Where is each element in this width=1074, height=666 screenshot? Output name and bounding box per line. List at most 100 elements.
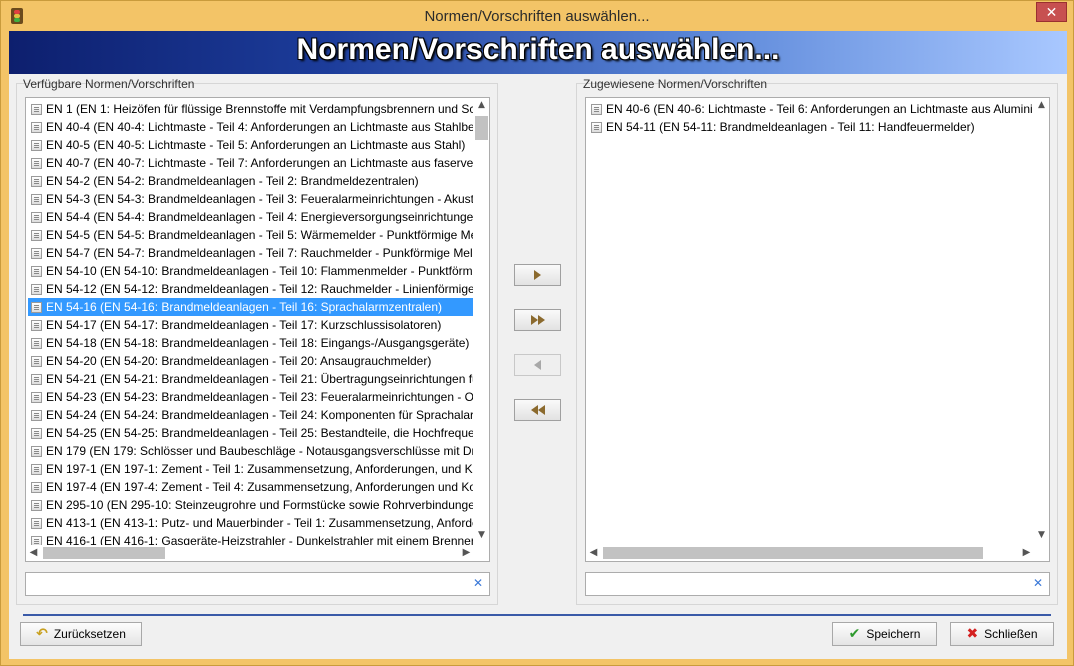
document-icon [31, 356, 42, 367]
list-item[interactable]: EN 54-4 (EN 54-4: Brandmeldeanlagen - Te… [28, 208, 473, 226]
list-item[interactable]: EN 54-12 (EN 54-12: Brandmeldeanlagen - … [28, 280, 473, 298]
close-button[interactable]: ✖ Schließen [950, 622, 1054, 646]
list-item[interactable]: EN 54-23 (EN 54-23: Brandmeldeanlagen - … [28, 388, 473, 406]
scroll-left-icon[interactable]: ◀ [586, 545, 601, 560]
close-icon: ✖ [966, 626, 979, 642]
list-item-label: EN 54-23 (EN 54-23: Brandmeldeanlagen - … [46, 390, 473, 404]
scroll-left-icon[interactable]: ◀ [26, 545, 41, 560]
list-item-label: EN 54-2 (EN 54-2: Brandmeldeanlagen - Te… [46, 174, 419, 188]
list-item-label: EN 40-5 (EN 40-5: Lichtmaste - Teil 5: A… [46, 138, 466, 152]
document-icon [31, 338, 42, 349]
list-item-label: EN 197-1 (EN 197-1: Zement - Teil 1: Zus… [46, 462, 473, 476]
clear-icon[interactable]: ✕ [1033, 576, 1043, 590]
list-item[interactable]: EN 54-5 (EN 54-5: Brandmeldeanlagen - Te… [28, 226, 473, 244]
assigned-vertical-scrollbar[interactable]: ▲ ▼ [1034, 98, 1049, 545]
move-right-button[interactable] [514, 264, 561, 286]
list-item-label: EN 54-18 (EN 54-18: Brandmeldeanlagen - … [46, 336, 470, 350]
title-bar[interactable]: Normen/Vorschriften auswählen... ✕ [1, 1, 1073, 31]
list-item-label: EN 54-20 (EN 54-20: Brandmeldeanlagen - … [46, 354, 432, 368]
scroll-thumb[interactable] [603, 547, 983, 559]
list-item-label: EN 54-21 (EN 54-21: Brandmeldeanlagen - … [46, 372, 473, 386]
save-label: Speichern [866, 627, 921, 641]
assigned-filter-input[interactable]: ✕ [585, 572, 1050, 596]
available-list[interactable]: EN 1 (EN 1: Heizöfen für flüssige Brenns… [25, 97, 490, 562]
list-item-label: EN 413-1 (EN 413-1: Putz- und Mauerbinde… [46, 516, 473, 530]
window-title: Normen/Vorschriften auswählen... [424, 8, 650, 25]
reset-button[interactable]: ↶ Zurücksetzen [20, 622, 142, 646]
document-icon [31, 230, 42, 241]
list-item[interactable]: EN 1 (EN 1: Heizöfen für flüssige Brenns… [28, 100, 473, 118]
list-item[interactable]: EN 54-24 (EN 54-24: Brandmeldeanlagen - … [28, 406, 473, 424]
available-horizontal-scrollbar[interactable]: ◀ ▶ [26, 545, 474, 560]
list-item-label: EN 295-10 (EN 295-10: Steinzeugrohre und… [46, 498, 473, 512]
available-vertical-scrollbar[interactable]: ▲ ▼ [474, 98, 489, 545]
document-icon [31, 374, 42, 385]
list-item[interactable]: EN 54-25 (EN 54-25: Brandmeldeanlagen - … [28, 424, 473, 442]
scroll-thumb[interactable] [475, 116, 488, 140]
document-icon [31, 122, 42, 133]
list-item-label: EN 54-5 (EN 54-5: Brandmeldeanlagen - Te… [46, 228, 473, 242]
list-item[interactable]: EN 197-4 (EN 197-4: Zement - Teil 4: Zus… [28, 478, 473, 496]
list-item[interactable]: EN 40-7 (EN 40-7: Lichtmaste - Teil 7: A… [28, 154, 473, 172]
list-item[interactable]: EN 54-10 (EN 54-10: Brandmeldeanlagen - … [28, 262, 473, 280]
scroll-down-icon[interactable]: ▼ [474, 528, 489, 543]
list-item[interactable]: EN 54-2 (EN 54-2: Brandmeldeanlagen - Te… [28, 172, 473, 190]
list-item[interactable]: EN 179 (EN 179: Schlösser und Baubeschlä… [28, 442, 473, 460]
move-left-button[interactable] [514, 354, 561, 376]
available-filter-input[interactable]: ✕ [25, 572, 490, 596]
list-item-label: EN 40-6 (EN 40-6: Lichtmaste - Teil 6: A… [606, 102, 1033, 116]
list-item[interactable]: EN 54-11 (EN 54-11: Brandmeldeanlagen - … [588, 118, 1033, 136]
assigned-list[interactable]: EN 40-6 (EN 40-6: Lichtmaste - Teil 6: A… [585, 97, 1050, 562]
list-item[interactable]: EN 40-4 (EN 40-4: Lichtmaste - Teil 4: A… [28, 118, 473, 136]
scroll-down-icon[interactable]: ▼ [1034, 528, 1049, 543]
assigned-horizontal-scrollbar[interactable]: ◀ ▶ [586, 545, 1034, 560]
list-item[interactable]: EN 54-18 (EN 54-18: Brandmeldeanlagen - … [28, 334, 473, 352]
document-icon [31, 212, 42, 223]
list-item[interactable]: EN 40-6 (EN 40-6: Lichtmaste - Teil 6: A… [588, 100, 1033, 118]
document-icon [31, 284, 42, 295]
list-item[interactable]: EN 54-21 (EN 54-21: Brandmeldeanlagen - … [28, 370, 473, 388]
save-button[interactable]: ✔ Speichern [832, 622, 937, 646]
banner: Normen/Vorschriften auswählen... [9, 31, 1067, 74]
separator [23, 614, 1051, 616]
list-item[interactable]: EN 54-3 (EN 54-3: Brandmeldeanlagen - Te… [28, 190, 473, 208]
list-item[interactable]: EN 413-1 (EN 413-1: Putz- und Mauerbinde… [28, 514, 473, 532]
list-item-label: EN 179 (EN 179: Schlösser und Baubeschlä… [46, 444, 473, 458]
document-icon [31, 482, 42, 493]
document-icon [31, 302, 42, 313]
list-item[interactable]: EN 197-1 (EN 197-1: Zement - Teil 1: Zus… [28, 460, 473, 478]
close-label: Schließen [984, 627, 1038, 641]
list-item-label: EN 197-4 (EN 197-4: Zement - Teil 4: Zus… [46, 480, 473, 494]
list-item[interactable]: EN 295-10 (EN 295-10: Steinzeugrohre und… [28, 496, 473, 514]
document-icon [31, 176, 42, 187]
list-item[interactable]: EN 54-16 (EN 54-16: Brandmeldeanlagen - … [28, 298, 473, 316]
list-item-label: EN 40-4 (EN 40-4: Lichtmaste - Teil 4: A… [46, 120, 473, 134]
scroll-right-icon[interactable]: ▶ [1019, 545, 1034, 560]
list-item-label: EN 54-16 (EN 54-16: Brandmeldeanlagen - … [46, 300, 442, 314]
reset-label: Zurücksetzen [53, 627, 126, 641]
document-icon [31, 464, 42, 475]
arrow-right-icon [534, 270, 541, 280]
list-item[interactable]: EN 54-17 (EN 54-17: Brandmeldeanlagen - … [28, 316, 473, 334]
list-item[interactable]: EN 54-7 (EN 54-7: Brandmeldeanlagen - Te… [28, 244, 473, 262]
window-close-button[interactable]: ✕ [1036, 2, 1067, 22]
list-item-label: EN 1 (EN 1: Heizöfen für flüssige Brenns… [46, 102, 473, 116]
move-all-right-button[interactable] [514, 309, 561, 331]
document-icon [31, 140, 42, 151]
clear-icon[interactable]: ✕ [473, 576, 483, 590]
scroll-up-icon[interactable]: ▲ [474, 98, 489, 113]
list-item-label: EN 54-7 (EN 54-7: Brandmeldeanlagen - Te… [46, 246, 473, 260]
list-item[interactable]: EN 40-5 (EN 40-5: Lichtmaste - Teil 5: A… [28, 136, 473, 154]
list-item-label: EN 54-12 (EN 54-12: Brandmeldeanlagen - … [46, 282, 473, 296]
scroll-up-icon[interactable]: ▲ [1034, 98, 1049, 113]
document-icon [31, 158, 42, 169]
list-item-label: EN 54-25 (EN 54-25: Brandmeldeanlagen - … [46, 426, 473, 440]
move-all-left-button[interactable] [514, 399, 561, 421]
document-icon [31, 410, 42, 421]
available-label: Verfügbare Normen/Vorschriften [23, 77, 195, 91]
scroll-right-icon[interactable]: ▶ [459, 545, 474, 560]
scroll-thumb[interactable] [43, 547, 165, 559]
document-icon [31, 194, 42, 205]
list-item[interactable]: EN 54-20 (EN 54-20: Brandmeldeanlagen - … [28, 352, 473, 370]
list-item-label: EN 54-11 (EN 54-11: Brandmeldeanlagen - … [606, 120, 975, 134]
